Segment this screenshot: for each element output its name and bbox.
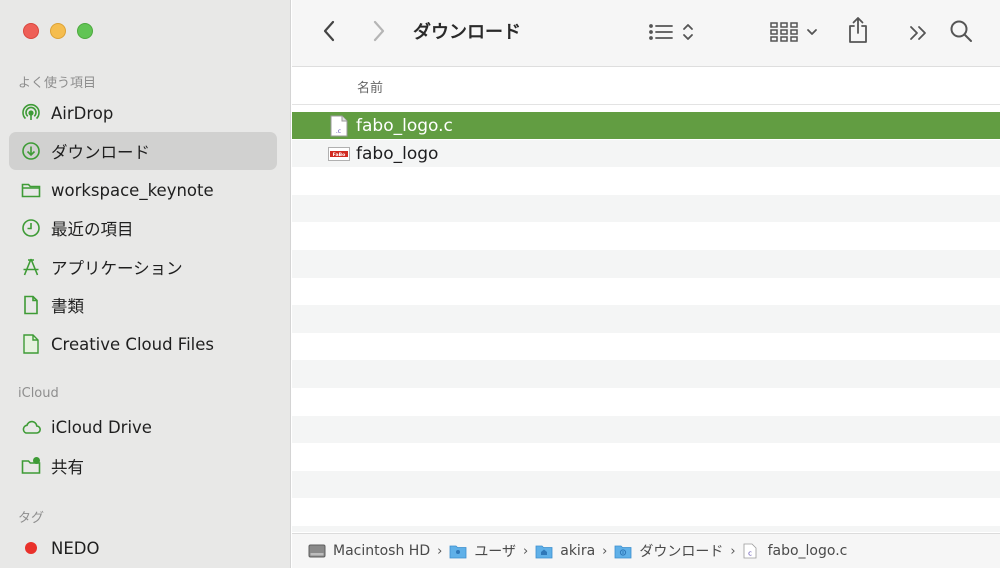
minimize-window-button[interactable] xyxy=(50,23,66,39)
path-item-akira[interactable]: akira xyxy=(535,543,595,559)
sidebar-item-applications[interactable]: アプリケーション xyxy=(9,248,277,286)
close-window-button[interactable] xyxy=(23,23,39,39)
sidebar-item-label: iCloud Drive xyxy=(51,417,152,437)
toolbar: ダウンロード xyxy=(292,0,1000,67)
sidebar-item-workspace-keynote[interactable]: workspace_keynote xyxy=(9,171,277,209)
sidebar-item-label: NEDO xyxy=(51,538,100,558)
view-mode-button[interactable] xyxy=(646,19,696,45)
users-folder-icon xyxy=(449,543,467,559)
share-button[interactable] xyxy=(846,15,870,45)
clock-icon xyxy=(21,218,41,238)
icloud-header: iCloud xyxy=(18,386,59,401)
search-icon xyxy=(950,20,972,42)
column-header-name[interactable]: 名前 xyxy=(357,77,383,96)
svg-text:.c: .c xyxy=(336,128,341,135)
back-button[interactable] xyxy=(318,18,340,44)
path-separator: › xyxy=(523,543,529,559)
c-file-icon: c xyxy=(743,543,761,559)
zoom-window-button[interactable] xyxy=(77,23,93,39)
group-by-button[interactable] xyxy=(768,19,820,45)
file-row[interactable]: FaBo fabo_logo xyxy=(292,140,1000,167)
tags-header: タグ xyxy=(18,511,45,526)
list-view-icon xyxy=(649,24,673,40)
more-toolbar-button[interactable] xyxy=(906,20,930,46)
cc-file-icon xyxy=(21,334,41,354)
file-name: fabo_logo xyxy=(356,143,439,164)
red-tag-dot-icon xyxy=(21,538,41,558)
path-item-label: ダウンロード xyxy=(639,544,724,560)
chevron-down-icon xyxy=(807,29,817,35)
sidebar-item-label: Creative Cloud Files xyxy=(51,334,215,354)
sidebar-item-recents[interactable]: 最近の項目 xyxy=(9,209,277,247)
sidebar-item-icloud-drive[interactable]: iCloud Drive xyxy=(9,408,277,446)
path-bar: Macintosh HD › ユーザ › akira › ダウンロード › c … xyxy=(292,533,1000,568)
cloud-icon xyxy=(21,417,41,437)
chevron-right-icon xyxy=(373,20,385,42)
path-separator: › xyxy=(730,543,736,559)
sidebar-item-label: workspace_keynote xyxy=(51,180,214,200)
path-item-file[interactable]: c fabo_logo.c xyxy=(743,543,848,559)
path-separator: › xyxy=(602,543,608,559)
up-down-chevron-icon xyxy=(683,24,693,40)
fabo-image-file-icon: FaBo xyxy=(328,143,350,165)
sidebar-item-creative-cloud-files[interactable]: Creative Cloud Files xyxy=(9,325,277,363)
list-header: 名前 xyxy=(292,67,1000,105)
path-separator: › xyxy=(437,543,443,559)
path-item-label: ユーザ xyxy=(474,544,517,560)
file-name: fabo_logo.c xyxy=(356,115,453,136)
favorites-header: よく使う項目 xyxy=(18,76,97,91)
sidebar-item-documents[interactable]: 書類 xyxy=(9,286,277,324)
download-icon xyxy=(21,141,41,161)
sidebar-item-airdrop[interactable]: AirDrop xyxy=(9,94,277,132)
window-title: ダウンロード xyxy=(413,22,521,43)
sidebar-tag-nedo[interactable]: NEDO xyxy=(9,529,277,567)
path-item-macintosh-hd[interactable]: Macintosh HD xyxy=(308,543,430,559)
double-chevron-right-icon xyxy=(910,26,926,40)
folder-icon xyxy=(21,180,41,200)
sidebar: よく使う項目 AirDrop ダウンロード workspace_keynote xyxy=(0,0,291,568)
forward-button[interactable] xyxy=(368,18,390,44)
chevron-left-icon xyxy=(323,20,335,42)
search-button[interactable] xyxy=(948,17,974,45)
shared-folder-icon xyxy=(21,456,41,476)
window-controls xyxy=(23,23,93,39)
sidebar-item-label: 書類 xyxy=(51,297,84,316)
path-item-label: Macintosh HD xyxy=(333,543,431,559)
sidebar-item-label: アプリケーション xyxy=(51,259,183,278)
share-icon xyxy=(849,17,867,43)
sidebar-item-shared[interactable]: 共有 xyxy=(9,447,277,485)
sidebar-item-label: AirDrop xyxy=(51,103,114,123)
c-source-file-icon: .c xyxy=(328,115,350,137)
hard-drive-icon xyxy=(308,543,326,559)
document-icon xyxy=(21,295,41,315)
path-item-label: akira xyxy=(560,543,596,559)
file-list-background xyxy=(292,112,1000,532)
home-folder-icon xyxy=(535,543,553,559)
applications-icon xyxy=(21,257,41,277)
sidebar-item-downloads[interactable]: ダウンロード xyxy=(9,132,277,170)
svg-text:FaBo: FaBo xyxy=(333,152,346,158)
airdrop-icon xyxy=(21,103,41,123)
file-row[interactable]: .c fabo_logo.c xyxy=(292,112,1000,139)
path-item-label: fabo_logo.c xyxy=(767,543,848,559)
sidebar-item-label: ダウンロード xyxy=(51,143,150,162)
svg-text:c: c xyxy=(748,550,752,558)
icon-grid-icon xyxy=(770,22,798,42)
path-item-users[interactable]: ユーザ xyxy=(449,541,516,561)
sidebar-item-label: 最近の項目 xyxy=(51,220,134,239)
sidebar-item-label: 共有 xyxy=(51,458,84,477)
path-item-downloads[interactable]: ダウンロード xyxy=(614,541,723,561)
downloads-folder-icon xyxy=(614,543,632,559)
